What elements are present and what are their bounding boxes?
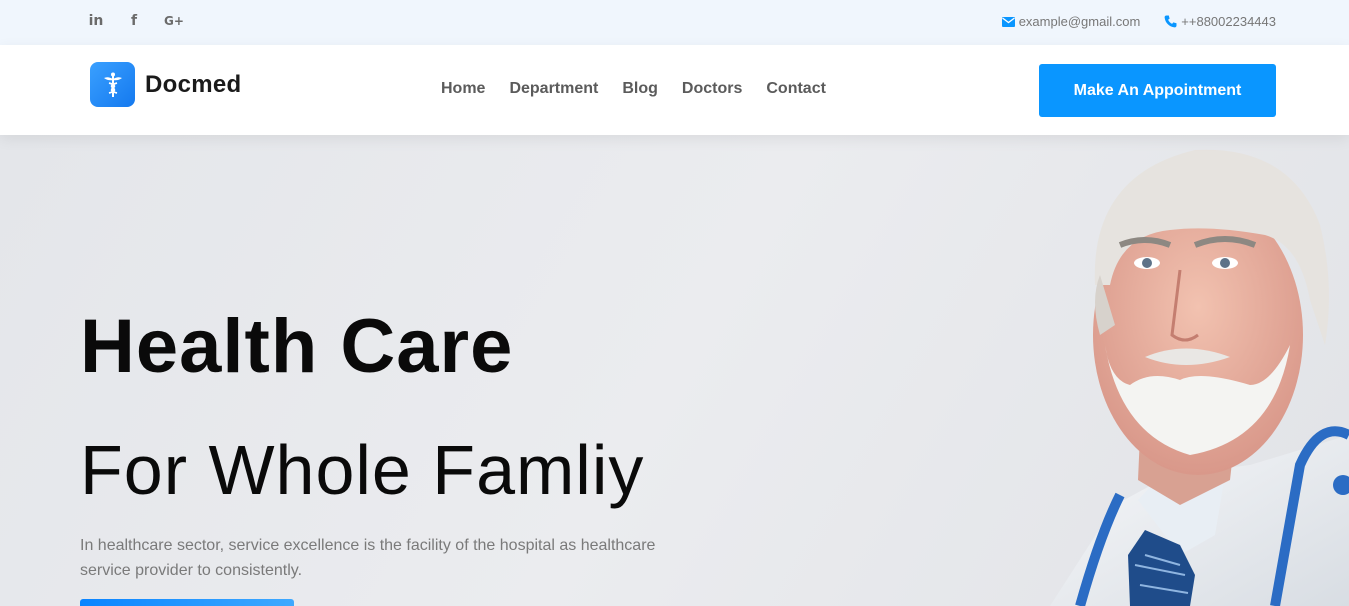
social-links: in f G+ xyxy=(88,13,184,29)
logo[interactable]: Docmed xyxy=(90,62,242,107)
hero-title: Health Care xyxy=(80,304,514,389)
hero-cta-button[interactable] xyxy=(80,599,294,606)
nav-contact[interactable]: Contact xyxy=(766,80,826,98)
nav-home[interactable]: Home xyxy=(441,80,485,98)
facebook-icon[interactable]: f xyxy=(126,13,142,29)
contact-info: example@gmail.com ++88002234443 xyxy=(1001,14,1276,29)
top-bar: in f G+ example@gmail.com ++88002234443 xyxy=(0,0,1349,45)
google-plus-icon[interactable]: G+ xyxy=(164,14,184,28)
envelope-icon xyxy=(1001,16,1015,27)
logo-text: Docmed xyxy=(145,70,242,98)
hero-section: Health Care For Whole Famliy In healthca… xyxy=(0,135,1349,606)
linkedin-icon[interactable]: in xyxy=(88,13,104,29)
nav-blog[interactable]: Blog xyxy=(622,80,658,98)
main-nav: Home Department Blog Doctors Contact xyxy=(441,80,826,98)
hero-description: In healthcare sector, service excellence… xyxy=(80,537,656,579)
caduceus-icon xyxy=(90,62,135,107)
hero-subtitle: For Whole Famliy xyxy=(80,431,645,509)
doctor-portrait xyxy=(1050,149,1349,606)
main-header: Docmed Home Department Blog Doctors Cont… xyxy=(0,45,1349,135)
phone-link[interactable]: ++88002234443 xyxy=(1164,14,1276,29)
nav-department[interactable]: Department xyxy=(509,80,598,98)
nav-doctors[interactable]: Doctors xyxy=(682,80,742,98)
phone-text: ++88002234443 xyxy=(1181,14,1276,29)
phone-icon xyxy=(1164,15,1177,28)
email-link[interactable]: example@gmail.com xyxy=(1001,14,1141,29)
make-appointment-button[interactable]: Make An Appointment xyxy=(1039,64,1276,117)
email-text: example@gmail.com xyxy=(1018,14,1141,29)
